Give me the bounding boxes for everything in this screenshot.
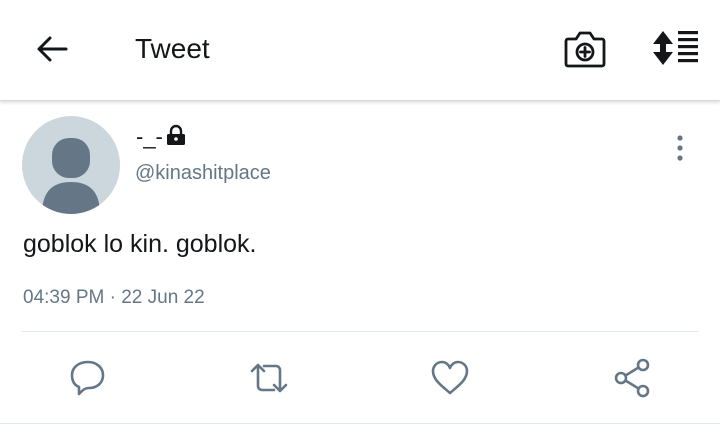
default-avatar-icon	[42, 138, 100, 214]
lock-icon	[167, 124, 185, 145]
retweet-icon	[250, 363, 288, 393]
more-options-button[interactable]	[670, 134, 690, 164]
share-icon	[614, 358, 650, 398]
tweet-timestamp: 04:39 PM · 22 Jun 22	[23, 286, 205, 310]
camera-button[interactable]	[561, 26, 609, 70]
sort-button[interactable]	[648, 26, 702, 70]
user-handle[interactable]: @kinashitplace	[135, 160, 271, 186]
retweet-button[interactable]	[247, 356, 291, 400]
avatar[interactable]	[22, 116, 120, 214]
more-vertical-icon	[677, 135, 683, 161]
display-name[interactable]: -_-	[136, 124, 163, 150]
page-title: Tweet	[135, 33, 210, 64]
reply-button[interactable]	[66, 356, 110, 400]
heart-icon	[431, 360, 469, 395]
tweet-date: 22 Jun 22	[121, 287, 205, 308]
tweet-time: 04:39 PM	[23, 287, 105, 308]
tweet-text: goblok lo kin. goblok.	[23, 230, 257, 258]
app-header: Tweet	[0, 0, 720, 101]
divider	[22, 331, 698, 332]
camera-add-icon	[564, 31, 606, 68]
back-arrow-icon	[37, 36, 68, 62]
like-button[interactable]	[428, 356, 472, 400]
meta-separator: ·	[109, 287, 116, 308]
back-button[interactable]	[30, 30, 76, 68]
reply-icon	[70, 360, 105, 396]
sort-icon	[653, 31, 698, 65]
share-button[interactable]	[610, 356, 654, 400]
bottom-divider	[0, 423, 720, 424]
